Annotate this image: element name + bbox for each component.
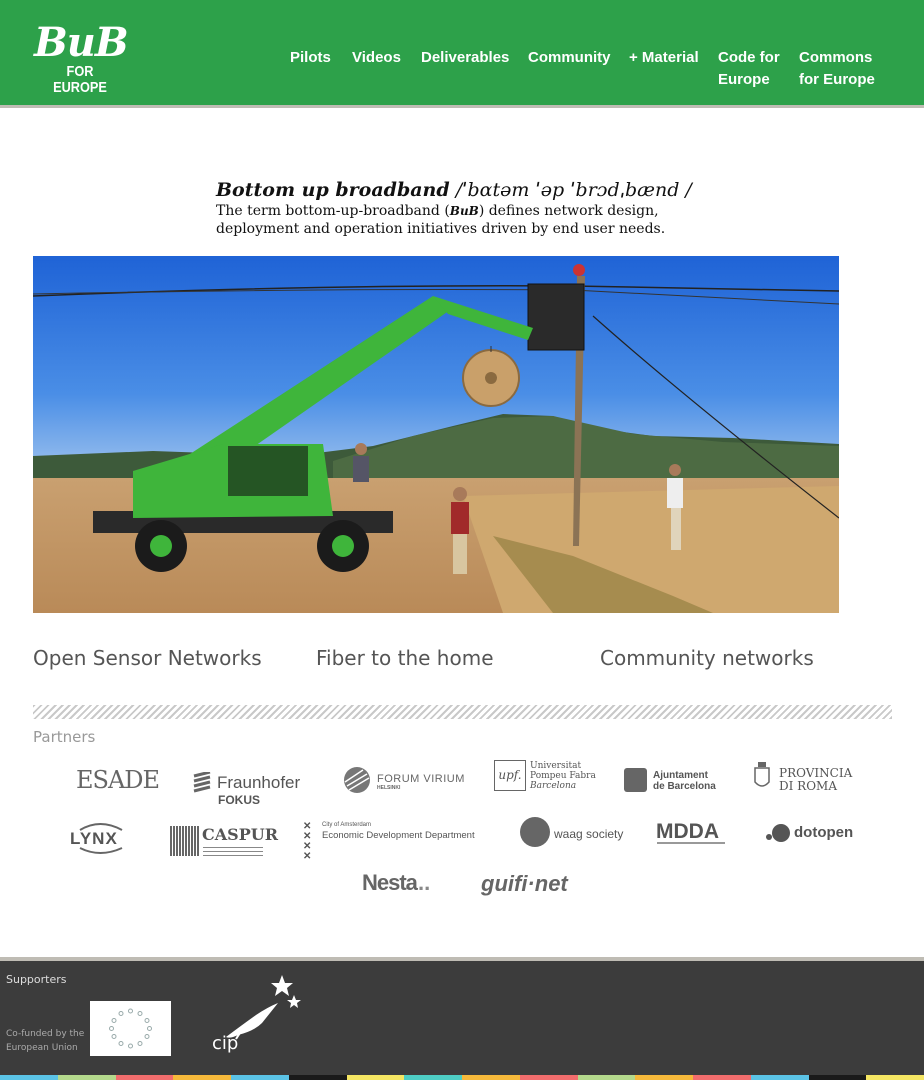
cofunded-text: Co-funded by the European Union [6,1027,86,1055]
color-bar-segment [115,1075,174,1080]
nav-commons-for-europe[interactable]: Commons for Europe [799,47,875,91]
nav-videos[interactable]: Videos [352,47,401,69]
color-bar-segment [577,1075,636,1080]
color-bar-segment [346,1075,405,1080]
fraunhofer-icon [193,772,211,793]
color-bar-segment [866,1075,924,1080]
nav-community[interactable]: Community [528,47,611,69]
color-bar-segment [750,1075,809,1080]
feature-fiber-to-the-home[interactable]: Fiber to the home [316,646,494,670]
footer-color-bar [0,1075,924,1080]
definition-text-post: ) defines network design, [478,203,659,219]
nav-pilots[interactable]: Pilots [290,47,331,69]
color-bar-segment [57,1075,116,1080]
mdda-name: MDDA [656,820,719,843]
color-bar-segment [635,1075,693,1080]
mdda-subline [657,842,725,844]
ajuntament-icon [624,768,647,792]
color-bar-segment [808,1075,867,1080]
color-bar-segment [0,1075,58,1080]
cofunded-line2: European Union [6,1043,78,1053]
forum-virium-sub: HELSINKI [377,785,401,791]
definition-text-pre: The term bottom-up-broadband ( [216,203,450,219]
site-header: BuB FOR EUROPE Pilots Videos Deliverable… [0,0,924,108]
nav-material[interactable]: + Material [629,47,699,69]
nesta-dots: .. [418,870,431,895]
ajuntament-name2: de Barcelona [653,781,716,792]
eu-flag-logo[interactable] [90,1001,171,1056]
upf-sub: Barcelona [530,781,577,791]
color-bar-segment [693,1075,751,1080]
definition-term: Bottom up broadband [216,179,450,201]
forum-virium-icon [344,767,370,793]
color-bar-segment [404,1075,462,1080]
color-bar-segment [288,1075,347,1080]
nav-deliverables[interactable]: Deliverables [421,47,509,69]
main-nav: Pilots Videos Deliverables Community + M… [0,47,924,97]
amsterdam-name2: Economic Development Department [322,830,475,841]
definition-text-line2: deployment and operation initiatives dri… [216,221,666,237]
cofunded-line1: Co-funded by the [6,1029,85,1039]
hero-illustration [33,256,839,613]
amsterdam-name: City of Amsterdam [322,822,372,828]
guifi-logo[interactable]: guifi·net [481,871,568,897]
upf-name: Universitat [530,761,582,771]
definition-title: Bottom up broadband /ˈbɑtəm ˈəp ˈbrɔdˌbæ… [216,178,736,202]
nav-commons-line2: for Europe [799,71,875,88]
definition-abbr: BuB [449,204,479,218]
dotopen-name: dotopen [794,824,854,841]
dotopen-dot-icon [772,824,790,842]
cip-text: cip [212,1033,239,1054]
nesta-logo[interactable]: Nesta [362,870,418,896]
eu-stars-icon [109,1008,152,1049]
upf-name2: Pompeu Fabra [530,771,596,781]
waag-name: waag society [554,827,624,841]
feature-community-networks[interactable]: Community networks [600,646,814,670]
provincia-name2: DI ROMA [779,779,838,793]
provincia-name: PROVINCIA [779,766,853,780]
supporters-heading: Supporters [6,973,67,986]
nav-code-for-europe[interactable]: Code for Europe [718,47,780,91]
dotopen-small-dot [766,834,772,840]
definition-text: The term bottom-up-broadband (BuB) defin… [216,202,736,238]
nav-commons-line1: Commons [799,49,873,66]
forum-virium-name: FORUM VIRIUM [377,773,465,785]
fraunhofer-sub: FOKUS [218,793,260,807]
lynx-name: LYNX [70,829,118,848]
caspur-icon [170,826,200,856]
color-bar-segment [231,1075,289,1080]
section-divider [33,705,892,719]
amsterdam-xxx-icon: ✕ ✕ ✕ ✕ [303,821,312,862]
caspur-name: CASPUR [202,825,278,844]
waag-icon [520,817,550,847]
ajuntament-name: Ajuntament [653,770,708,781]
color-bar-segment [173,1075,231,1080]
hero-photo [33,256,839,613]
color-bar-segment [519,1075,578,1080]
cip-logo[interactable]: cip [212,973,312,1063]
upf-abbr: upf. [494,760,526,791]
fraunhofer-name: Fraunhofer [217,773,301,792]
esade-logo[interactable]: ESADE [76,766,160,794]
color-bar-segment [462,1075,520,1080]
definition-phonetic: /ˈbɑtəm ˈəp ˈbrɔdˌbænd / [449,179,692,201]
nav-code-line1: Code for [718,49,780,66]
partners-heading: Partners [33,728,96,746]
intro-definition: Bottom up broadband /ˈbɑtəm ˈəp ˈbrɔdˌbæ… [216,178,736,238]
caspur-subtext [203,844,263,856]
nav-code-line2: Europe [718,71,770,88]
site-footer: Supporters Co-funded by the European Uni… [0,957,924,1080]
feature-open-sensor-networks[interactable]: Open Sensor Networks [33,646,262,670]
provincia-crest-icon [754,762,770,787]
